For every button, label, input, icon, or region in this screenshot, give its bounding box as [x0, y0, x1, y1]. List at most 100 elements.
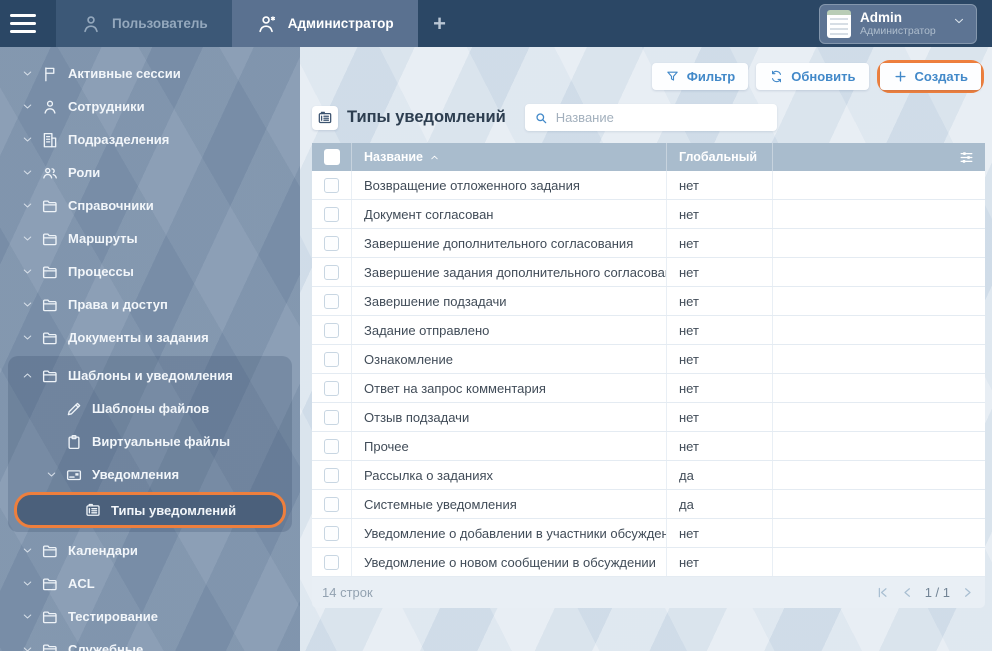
table-row[interactable]: Задание отправленонет [312, 316, 985, 345]
sidebar-nav: Активные сессииСотрудникиПодразделенияРо… [0, 47, 300, 651]
sidebar-item[interactable]: ACL [0, 567, 300, 600]
create-button[interactable]: Создать [880, 63, 981, 90]
cell-global: нет [667, 200, 773, 228]
row-checkbox[interactable] [324, 526, 339, 541]
refresh-button[interactable]: Обновить [756, 63, 868, 90]
hamburger-menu-button[interactable] [0, 0, 46, 47]
user-name: Admin [860, 10, 943, 26]
search-input[interactable] [556, 110, 768, 125]
chevron-down-icon[interactable] [16, 232, 38, 245]
chevron-up-icon[interactable] [16, 369, 38, 382]
cell-global: да [667, 490, 773, 518]
sidebar-item[interactable]: Маршруты [0, 222, 300, 255]
chevron-down-icon[interactable] [16, 643, 38, 651]
sidebar-item[interactable]: Документы и задания [0, 321, 300, 354]
tab-user[interactable]: Пользователь [56, 0, 232, 47]
user-menu-button[interactable]: Admin Администратор [819, 4, 977, 44]
table-row[interactable]: Отзыв подзадачинет [312, 403, 985, 432]
chevron-down-icon[interactable] [40, 468, 62, 481]
chevron-down-icon[interactable] [16, 100, 38, 113]
table-row[interactable]: Завершение дополнительного согласованиян… [312, 229, 985, 258]
sidebar-item[interactable]: Типы уведомлений [14, 492, 286, 528]
row-checkbox[interactable] [324, 178, 339, 193]
sidebar-item[interactable]: Активные сессии [0, 57, 300, 90]
table-row[interactable]: Завершение подзадачинет [312, 287, 985, 316]
chevron-down-icon[interactable] [16, 298, 38, 311]
row-checkbox[interactable] [324, 236, 339, 251]
filter-button[interactable]: Фильтр [652, 63, 749, 90]
first-page-icon[interactable] [875, 585, 890, 600]
sidebar-item-label: Календари [68, 543, 138, 558]
chevron-down-icon[interactable] [16, 331, 38, 344]
table-row[interactable]: Уведомление о новом сообщении в обсужден… [312, 548, 985, 577]
prev-page-icon[interactable] [900, 585, 915, 600]
tab-administrator[interactable]: Администратор [232, 0, 418, 47]
cell-global: нет [667, 316, 773, 344]
table-row[interactable]: Прочеенет [312, 432, 985, 461]
next-page-icon[interactable] [960, 585, 975, 600]
tab-label: Пользователь [112, 16, 208, 31]
sidebar-item[interactable]: Роли [0, 156, 300, 189]
chevron-down-icon[interactable] [16, 166, 38, 179]
chevron-down-icon[interactable] [16, 610, 38, 623]
row-checkbox[interactable] [324, 497, 339, 512]
table-row[interactable]: Уведомление о добавлении в участники обс… [312, 519, 985, 548]
chevron-down-icon[interactable] [16, 577, 38, 590]
sidebar-item[interactable]: Сотрудники [0, 90, 300, 123]
table-row[interactable]: Системные уведомленияда [312, 490, 985, 519]
sidebar-item-label: Служебные [68, 642, 143, 651]
cell-empty [773, 345, 985, 373]
folder-icon [38, 367, 62, 385]
chevron-down-icon[interactable] [16, 544, 38, 557]
table-row[interactable]: Завершение задания дополнительного согла… [312, 258, 985, 287]
chevron-down-icon[interactable] [16, 199, 38, 212]
table-row[interactable]: Ознакомлениенет [312, 345, 985, 374]
sidebar-item[interactable]: Шаблоны файлов [8, 392, 292, 425]
sidebar-item-label: Уведомления [92, 467, 179, 482]
create-button-highlight-ring: Создать [877, 60, 984, 93]
row-checkbox[interactable] [324, 323, 339, 338]
row-checkbox[interactable] [324, 207, 339, 222]
sidebar-item[interactable]: Подразделения [0, 123, 300, 156]
folder-icon [38, 296, 62, 314]
row-checkbox[interactable] [324, 294, 339, 309]
sidebar-item[interactable]: Служебные [0, 633, 300, 651]
column-settings-icon[interactable] [958, 149, 975, 166]
row-checkbox[interactable] [324, 265, 339, 280]
row-checkbox[interactable] [324, 381, 339, 396]
column-header-global[interactable]: Глобальный [667, 143, 773, 171]
sidebar-item[interactable]: Календари [0, 534, 300, 567]
folder-icon [38, 542, 62, 560]
select-all-checkbox[interactable] [324, 149, 340, 165]
row-count: 14 строк [322, 585, 373, 600]
sidebar-item[interactable]: Виртуальные файлы [8, 425, 292, 458]
table-row[interactable]: Рассылка о заданияхда [312, 461, 985, 490]
cell-empty [773, 258, 985, 286]
sidebar-item[interactable]: Права и доступ [0, 288, 300, 321]
row-checkbox[interactable] [324, 439, 339, 454]
pencil-icon [62, 400, 86, 418]
column-header-name[interactable]: Название [352, 143, 667, 171]
cell-name: Рассылка о заданиях [352, 461, 667, 489]
sidebar-item[interactable]: Уведомления [8, 458, 292, 491]
table-row[interactable]: Документ согласованнет [312, 200, 985, 229]
sidebar-item[interactable]: Шаблоны и уведомления [8, 359, 292, 392]
table-row[interactable]: Возвращение отложенного заданиянет [312, 171, 985, 200]
cell-name: Завершение дополнительного согласования [352, 229, 667, 257]
sidebar-item[interactable]: Справочники [0, 189, 300, 222]
cell-empty [773, 548, 985, 576]
row-checkbox[interactable] [324, 410, 339, 425]
users-icon [38, 164, 62, 182]
refresh-icon [769, 69, 784, 84]
chevron-down-icon[interactable] [16, 133, 38, 146]
sidebar-item[interactable]: Процессы [0, 255, 300, 288]
table-body: Возвращение отложенного заданиянетДокуме… [312, 171, 985, 577]
new-tab-button[interactable]: + [418, 0, 462, 47]
row-checkbox[interactable] [324, 555, 339, 570]
row-checkbox[interactable] [324, 352, 339, 367]
chevron-down-icon[interactable] [16, 265, 38, 278]
chevron-down-icon[interactable] [16, 67, 38, 80]
table-row[interactable]: Ответ на запрос комментариянет [312, 374, 985, 403]
row-checkbox[interactable] [324, 468, 339, 483]
sidebar-item[interactable]: Тестирование [0, 600, 300, 633]
